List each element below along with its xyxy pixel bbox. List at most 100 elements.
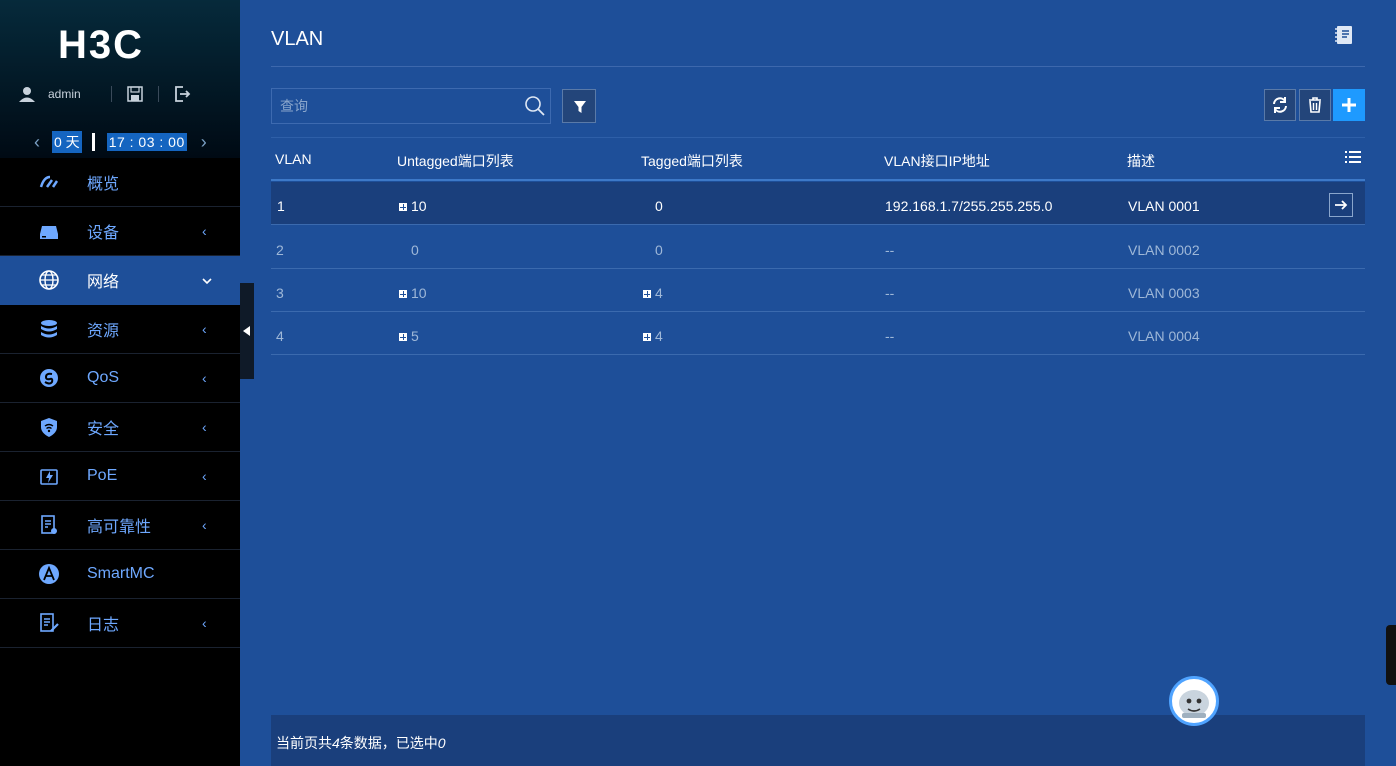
cell-untagged: 10	[399, 198, 427, 214]
nav-item-resource[interactable]: 资源 ‹	[0, 305, 240, 354]
expand-plus-icon[interactable]	[399, 203, 407, 211]
nav-item-device[interactable]: 设备 ‹	[0, 207, 240, 256]
nav-label: QoS	[87, 369, 120, 386]
cell-untagged: 5	[399, 328, 419, 344]
column-header[interactable]: 描述	[1127, 151, 1155, 171]
table-row[interactable]: 2 0 0 -- VLAN 0002	[271, 226, 1365, 269]
uptime-clock: 17 : 03 : 00	[106, 133, 187, 151]
shield-icon	[41, 418, 57, 437]
prev-arrow-icon[interactable]: ‹	[30, 132, 44, 152]
cell-untagged: 10	[399, 285, 427, 301]
poe-icon	[40, 469, 58, 485]
smartmc-icon	[39, 564, 59, 584]
nav-label: SmartMC	[87, 565, 155, 582]
user-row: admin	[18, 82, 228, 106]
search-icon[interactable]	[524, 95, 546, 117]
nav-label: 网络	[87, 274, 120, 291]
search-input[interactable]	[272, 89, 512, 123]
column-header[interactable]: VLAN接口IP地址	[884, 151, 990, 171]
cell-tagged: 4	[643, 285, 663, 301]
side-handle[interactable]	[1386, 625, 1396, 685]
filter-button[interactable]	[562, 89, 596, 123]
nav-item-log[interactable]: 日志 ‹	[0, 599, 240, 648]
nav-label: 设备	[87, 225, 120, 242]
divider	[271, 66, 1365, 67]
sidebar-header: H3C admin ‹ 0 天 17 : 03 : 00 ›	[0, 0, 240, 158]
expand-plus-icon[interactable]	[399, 333, 407, 341]
divider	[91, 133, 95, 151]
robot-face-icon	[1179, 690, 1209, 718]
uptime-days: 0 天	[52, 131, 82, 153]
divider	[157, 86, 159, 102]
nav-item-qos[interactable]: QoS ‹	[0, 354, 240, 403]
footer-summary: 当前页共4条数据，已选中0	[276, 735, 446, 751]
nav-label: PoE	[87, 467, 118, 484]
help-book-icon[interactable]	[1333, 24, 1355, 46]
table-row[interactable]: 3 10 4 -- VLAN 0003	[271, 269, 1365, 312]
refresh-icon	[1273, 97, 1287, 113]
expand-plus-icon[interactable]	[643, 290, 651, 298]
reliability-icon	[41, 515, 57, 534]
cell-desc: VLAN 0001	[1128, 198, 1200, 214]
chevron-left-icon: ‹	[202, 370, 207, 386]
device-icon	[40, 226, 58, 239]
cell-ip: --	[885, 328, 895, 344]
chevron-left-icon: ‹	[202, 615, 207, 631]
cell-tagged: 4	[643, 328, 663, 344]
nav-item-network[interactable]: 网络	[0, 256, 240, 305]
cell-vlan: 4	[276, 328, 284, 344]
trash-icon	[1309, 97, 1321, 113]
h3c-logo: H3C	[58, 26, 142, 62]
plus-icon	[1342, 98, 1356, 112]
log-icon	[40, 613, 59, 632]
divider	[271, 179, 1365, 181]
cell-tagged: 0	[655, 242, 663, 258]
cell-vlan: 1	[277, 198, 285, 214]
nav-label: 资源	[87, 323, 120, 340]
nav-item-reliability[interactable]: 高可靠性 ‹	[0, 501, 240, 550]
cell-ip: 192.168.1.7/255.255.255.0	[885, 198, 1053, 214]
username: admin	[48, 87, 81, 101]
column-header[interactable]: Untagged端口列表	[397, 151, 514, 171]
chevron-left-icon: ‹	[202, 468, 207, 484]
add-button[interactable]	[1333, 89, 1365, 121]
table-row[interactable]: 1 10 0 192.168.1.7/255.255.255.0 VLAN 00…	[271, 182, 1365, 225]
column-header[interactable]: VLAN	[275, 151, 312, 167]
uptime-row: ‹ 0 天 17 : 03 : 00 ›	[30, 130, 211, 154]
expand-plus-icon[interactable]	[643, 333, 651, 341]
sidebar-collapse-toggle[interactable]	[240, 283, 254, 379]
column-settings-icon[interactable]	[1345, 150, 1361, 164]
row-detail-button[interactable]	[1329, 193, 1353, 217]
globe-icon	[39, 270, 59, 290]
column-header[interactable]: Tagged端口列表	[641, 151, 743, 171]
next-arrow-icon[interactable]: ›	[197, 132, 211, 152]
nav-label: 高可靠性	[87, 519, 152, 536]
save-icon[interactable]	[126, 85, 144, 103]
cell-vlan: 3	[276, 285, 284, 301]
refresh-button[interactable]	[1264, 89, 1296, 121]
cell-vlan: 2	[276, 242, 284, 258]
gauge-icon	[39, 175, 59, 188]
nav-item-poe[interactable]: PoE ‹	[0, 452, 240, 501]
user-icon	[19, 87, 35, 102]
nav-item-overview[interactable]: 概览	[0, 158, 240, 207]
chevron-left-icon: ‹	[202, 517, 207, 533]
cell-desc: VLAN 0003	[1128, 285, 1200, 301]
qos-icon	[40, 369, 58, 387]
divider	[271, 137, 1365, 138]
cell-untagged: 0	[411, 242, 419, 258]
cell-desc: VLAN 0002	[1128, 242, 1200, 258]
nav-item-security[interactable]: 安全 ‹	[0, 403, 240, 452]
assistant-mascot-icon[interactable]	[1169, 676, 1219, 726]
nav-label: 概览	[87, 176, 120, 193]
page-title: VLAN	[271, 28, 324, 50]
arrow-right-icon	[1335, 200, 1348, 210]
delete-button[interactable]	[1299, 89, 1331, 121]
table-row[interactable]: 4 5 4 -- VLAN 0004	[271, 312, 1365, 355]
expand-plus-icon[interactable]	[399, 290, 407, 298]
nav-item-smartmc[interactable]: SmartMC	[0, 550, 240, 599]
chevron-left-icon: ‹	[202, 419, 207, 435]
nav-label: 日志	[87, 617, 120, 634]
chevron-left-icon: ‹	[202, 321, 207, 337]
logout-icon[interactable]	[173, 85, 191, 103]
